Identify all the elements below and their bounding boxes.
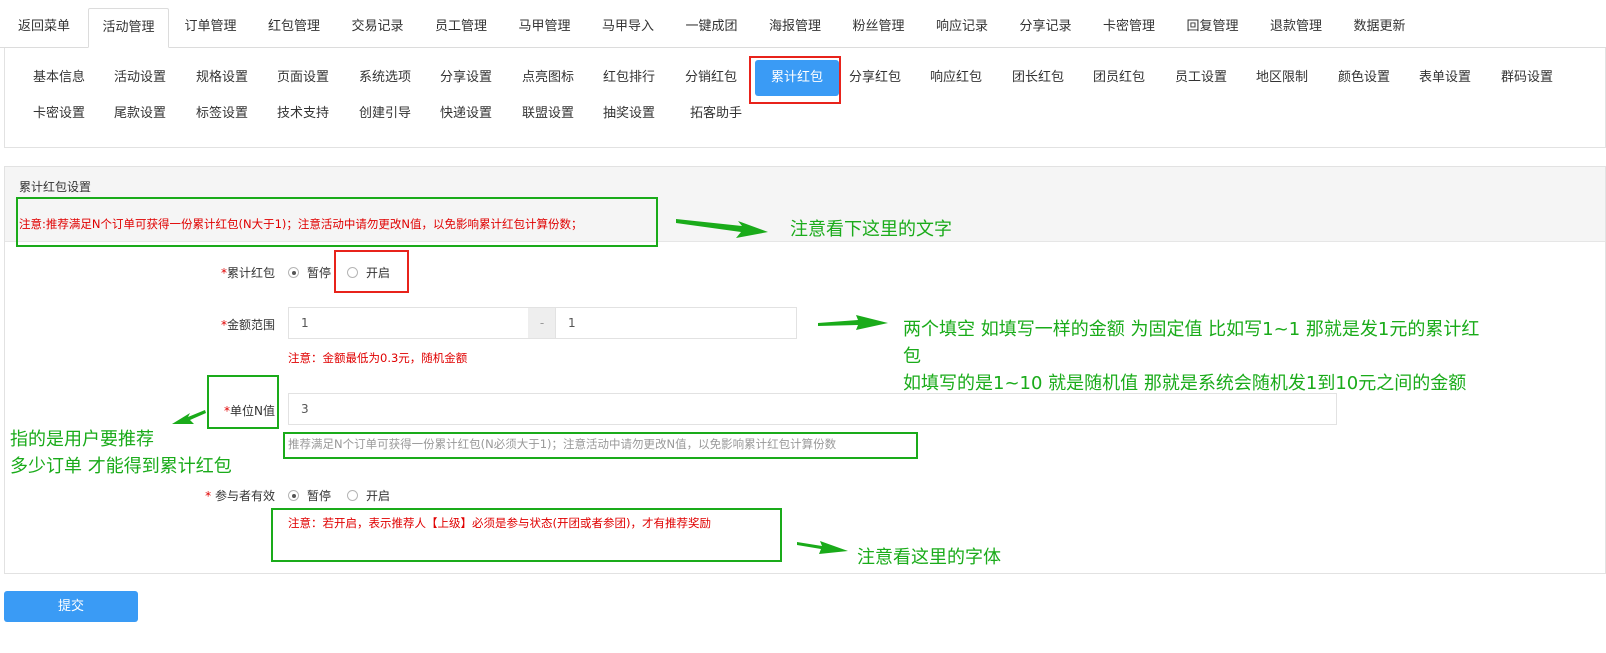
annotation-box-active-tab	[749, 56, 841, 104]
subtab-distribution-redpacket[interactable]: 分销红包	[671, 60, 751, 96]
panel-title: 累计红包设置	[19, 180, 92, 194]
subtab-region-limit[interactable]: 地区限制	[1242, 60, 1322, 96]
annotation-box-notice	[16, 197, 658, 247]
amount-max-input[interactable]: 1	[555, 307, 797, 339]
subtab-basic-info[interactable]: 基本信息	[19, 60, 99, 96]
subtab-express-settings[interactable]: 快递设置	[426, 96, 506, 132]
tab-activity-management[interactable]: 活动管理	[88, 8, 169, 48]
radio-open-label[interactable]: 开启	[366, 487, 390, 504]
label-text: 参与者有效	[214, 489, 275, 503]
subtab-tech-support[interactable]: 技术支持	[263, 96, 343, 132]
amount-range-label: *金额范围	[155, 316, 275, 333]
label-text: 累计红包	[226, 266, 275, 280]
subtab-light-icons[interactable]: 点亮图标	[508, 60, 588, 96]
tab-poster-management[interactable]: 海报管理	[753, 8, 837, 48]
subtab-create-guide[interactable]: 创建引导	[345, 96, 425, 132]
tab-one-click-group[interactable]: 一键成团	[670, 8, 753, 48]
annotation-font-text: 注意看这里的字体	[857, 547, 1001, 568]
tab-fans-management[interactable]: 粉丝管理	[837, 8, 920, 48]
radio-pause-label[interactable]: 暂停	[307, 487, 331, 504]
submit-button[interactable]: 提交	[4, 591, 138, 622]
subtab-share-settings[interactable]: 分享设置	[426, 60, 506, 96]
annotation-amount-line3: 如填写的是1~10 就是随机值 那就是系统会随机发1到10元之间的金额	[903, 373, 1467, 394]
participant-radio-group: 暂停 开启	[288, 487, 406, 504]
subtab-share-redpacket[interactable]: 分享红包	[835, 60, 915, 96]
subtab-page-settings[interactable]: 页面设置	[263, 60, 343, 96]
tab-data-update[interactable]: 数据更新	[1338, 8, 1421, 48]
subtab-card-settings[interactable]: 卡密设置	[19, 96, 99, 132]
accumulate-redpacket-label: *累计红包	[155, 264, 275, 281]
annotation-n-line2: 多少订单 才能得到累计红包	[10, 456, 232, 477]
subtab-response-redpacket[interactable]: 响应红包	[916, 60, 996, 96]
tab-order-management[interactable]: 订单管理	[169, 8, 252, 48]
tab-staff-management[interactable]: 员工管理	[419, 8, 503, 48]
annotation-n-line1: 指的是用户要推荐	[10, 429, 154, 450]
subtab-alliance-settings[interactable]: 联盟设置	[508, 96, 588, 132]
annotation-amount-line1: 两个填空 如填写一样的金额 为固定值 比如写1~1 那就是发1元的累计红	[903, 319, 1480, 340]
amount-min-input[interactable]: 1	[288, 307, 529, 339]
participant-valid-label: * 参与者有效	[155, 487, 275, 504]
annotation-box-n-label	[207, 375, 279, 429]
tab-vest-import[interactable]: 马甲导入	[586, 8, 670, 48]
subtab-tag-settings[interactable]: 标签设置	[182, 96, 262, 132]
subtab-spec-settings[interactable]: 规格设置	[182, 60, 262, 96]
radio-pause[interactable]	[288, 490, 299, 501]
radio-pause[interactable]	[288, 267, 299, 278]
tab-transaction-records[interactable]: 交易记录	[336, 8, 419, 48]
subtab-activity-settings[interactable]: 活动设置	[100, 60, 180, 96]
amount-range-separator: -	[528, 307, 556, 339]
subtab-color-settings[interactable]: 颜色设置	[1324, 60, 1404, 96]
annotation-notice-text: 注意看下这里的文字	[790, 219, 952, 240]
subtab-form-settings[interactable]: 表单设置	[1405, 60, 1485, 96]
top-tab-bar: 返回菜单 活动管理 订单管理 红包管理 交易记录 员工管理 马甲管理 马甲导入 …	[0, 0, 1606, 48]
subtab-member-redpacket[interactable]: 团员红包	[1079, 60, 1159, 96]
label-text: 金额范围	[226, 318, 275, 332]
subtab-customer-assistant[interactable]: 拓客助手	[671, 96, 761, 132]
tab-response-records[interactable]: 响应记录	[920, 8, 1004, 48]
subtab-system-options[interactable]: 系统选项	[345, 60, 425, 96]
radio-pause-label[interactable]: 暂停	[307, 264, 331, 281]
annotation-box-n-hint	[283, 432, 918, 459]
tab-vest-management[interactable]: 马甲管理	[503, 8, 586, 48]
amount-hint: 注意：金额最低为0.3元，随机金额	[288, 351, 468, 365]
tab-share-records[interactable]: 分享记录	[1004, 8, 1087, 48]
subtab-balance-settings[interactable]: 尾款设置	[100, 96, 180, 132]
subtab-group-code-settings[interactable]: 群码设置	[1487, 60, 1567, 96]
tab-redpacket-management[interactable]: 红包管理	[252, 8, 336, 48]
annotation-amount-line2: 包	[903, 346, 921, 367]
n-value-input[interactable]: 3	[288, 393, 1337, 425]
subtab-leader-redpacket[interactable]: 团长红包	[998, 60, 1078, 96]
radio-open[interactable]	[347, 490, 359, 501]
tab-reply-management[interactable]: 回复管理	[1171, 8, 1254, 48]
subtab-lottery-settings[interactable]: 抽奖设置	[589, 96, 669, 132]
required-mark: *	[205, 489, 215, 503]
tab-back-menu[interactable]: 返回菜单	[0, 8, 88, 48]
annotation-box-participant-hint	[271, 508, 782, 562]
tab-card-management[interactable]: 卡密管理	[1087, 8, 1171, 48]
tab-refund-management[interactable]: 退款管理	[1254, 8, 1338, 48]
subtab-staff-settings[interactable]: 员工设置	[1161, 60, 1241, 96]
annotation-box-open-radio	[334, 250, 409, 293]
subtab-redpacket-ranking[interactable]: 红包排行	[589, 60, 669, 96]
